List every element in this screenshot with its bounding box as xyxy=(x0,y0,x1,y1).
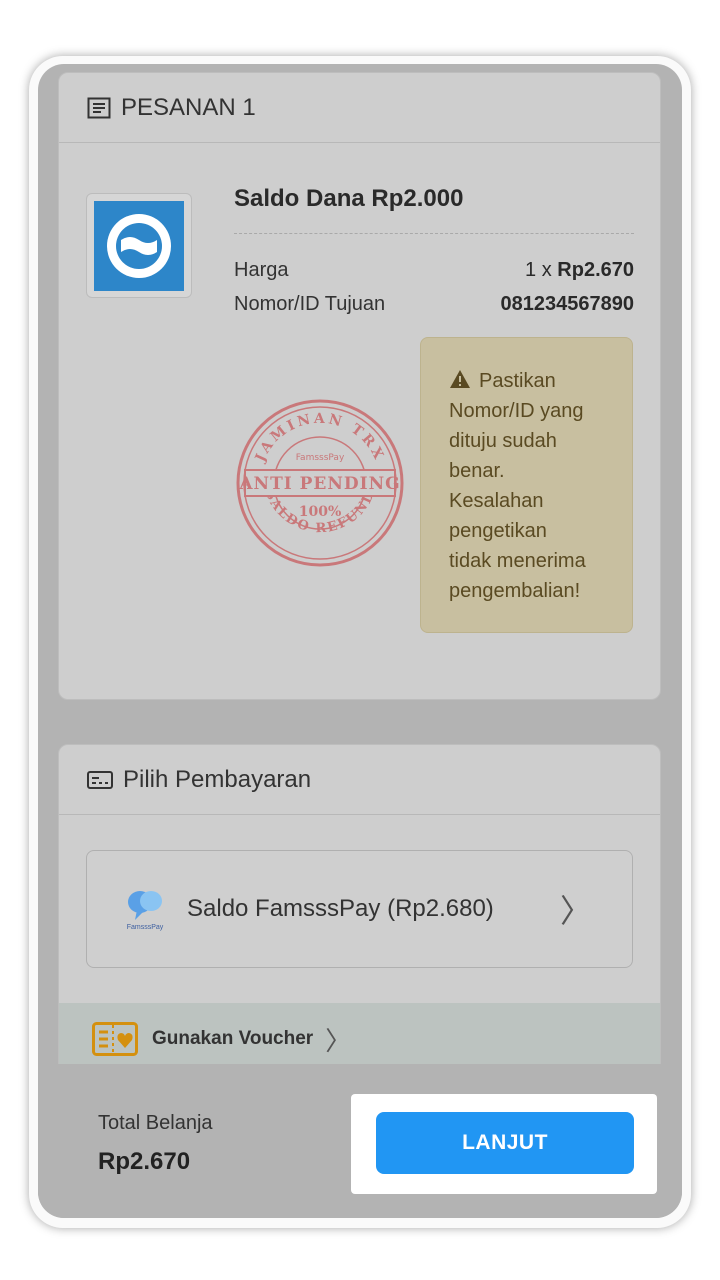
payment-title: Pilih Pembayaran xyxy=(123,765,312,793)
product-thumbnail xyxy=(86,193,192,298)
divider xyxy=(234,233,634,234)
warning-icon xyxy=(450,370,470,388)
voucher-label: Gunakan Voucher xyxy=(152,1028,314,1049)
stamp-percent: 100% xyxy=(299,504,342,520)
warning-line-6: pengetikan xyxy=(449,520,547,542)
price-value: Rp2.670 xyxy=(557,259,634,281)
famssspay-logo: FamsssPay xyxy=(115,879,175,939)
price-label: Harga xyxy=(234,259,289,281)
chevron-right-icon: 〉 xyxy=(559,892,592,930)
product-title: Saldo Dana Rp2.000 xyxy=(234,185,464,212)
payment-card-icon xyxy=(87,770,113,789)
stamp-middle-text: ANTI PENDING xyxy=(238,474,400,494)
price-qty: 1 x xyxy=(525,259,558,281)
famssspay-logo-text: FamsssPay xyxy=(126,923,164,931)
order-card: PESANAN 1 Saldo Dana Rp2.000 Harga 1 x R… xyxy=(58,72,661,700)
price-row: Harga 1 x Rp2.670 xyxy=(234,259,634,282)
warning-line-5: Kesalahan xyxy=(449,490,544,512)
payment-option-famssspay[interactable]: FamsssPay Saldo FamsssPay (Rp2.680) 〉 xyxy=(86,850,633,968)
dana-logo xyxy=(94,200,184,291)
warning-line-1: Pastikan xyxy=(479,370,556,392)
dana-logo-icon xyxy=(107,213,171,278)
payment-option-label: Saldo FamsssPay (Rp2.680) xyxy=(187,895,494,922)
destination-row: Nomor/ID Tujuan 081234567890 xyxy=(234,293,634,316)
voucher-icon xyxy=(92,1022,138,1056)
checkout-footer: Total Belanja Rp2.670 LANJUT xyxy=(38,1064,682,1218)
warning-line-4: benar. xyxy=(449,460,505,482)
anti-pending-stamp: JAMINAN TRX SALDO REFUND FamsssPay ANTI … xyxy=(236,399,404,567)
warning-box: Pastikan Nomor/ID yang dituju sudah bena… xyxy=(420,337,633,633)
receipt-icon xyxy=(87,97,111,118)
warning-line-8: pengembalian! xyxy=(449,580,581,602)
total-value: Rp2.670 xyxy=(98,1148,191,1175)
button-highlight: LANJUT xyxy=(351,1094,657,1194)
warning-line-3: dituju sudah xyxy=(449,430,557,452)
total-label: Total Belanja xyxy=(98,1112,213,1134)
continue-button[interactable]: LANJUT xyxy=(376,1112,634,1174)
payment-card: Pilih Pembayaran FamsssPay Saldo FamsssP… xyxy=(58,744,661,1074)
destination-value: 081234567890 xyxy=(500,293,634,315)
warning-line-2: Nomor/ID yang xyxy=(449,400,584,422)
chevron-right-icon: 〉 xyxy=(325,1026,352,1057)
order-title: PESANAN 1 xyxy=(121,93,256,121)
destination-label: Nomor/ID Tujuan xyxy=(234,293,386,315)
checkout-screen: PESANAN 1 Saldo Dana Rp2.000 Harga 1 x R… xyxy=(38,64,682,1218)
famssspay-logo-icon xyxy=(128,890,162,920)
warning-text: Pastikan Nomor/ID yang dituju sudah bena… xyxy=(449,366,612,606)
payment-header: Pilih Pembayaran xyxy=(59,745,660,815)
warning-line-7: tidak menerima xyxy=(449,550,586,572)
order-header: PESANAN 1 xyxy=(59,73,660,143)
price-value-wrap: 1 x Rp2.670 xyxy=(525,259,634,282)
stamp-brand: FamsssPay xyxy=(296,453,345,463)
